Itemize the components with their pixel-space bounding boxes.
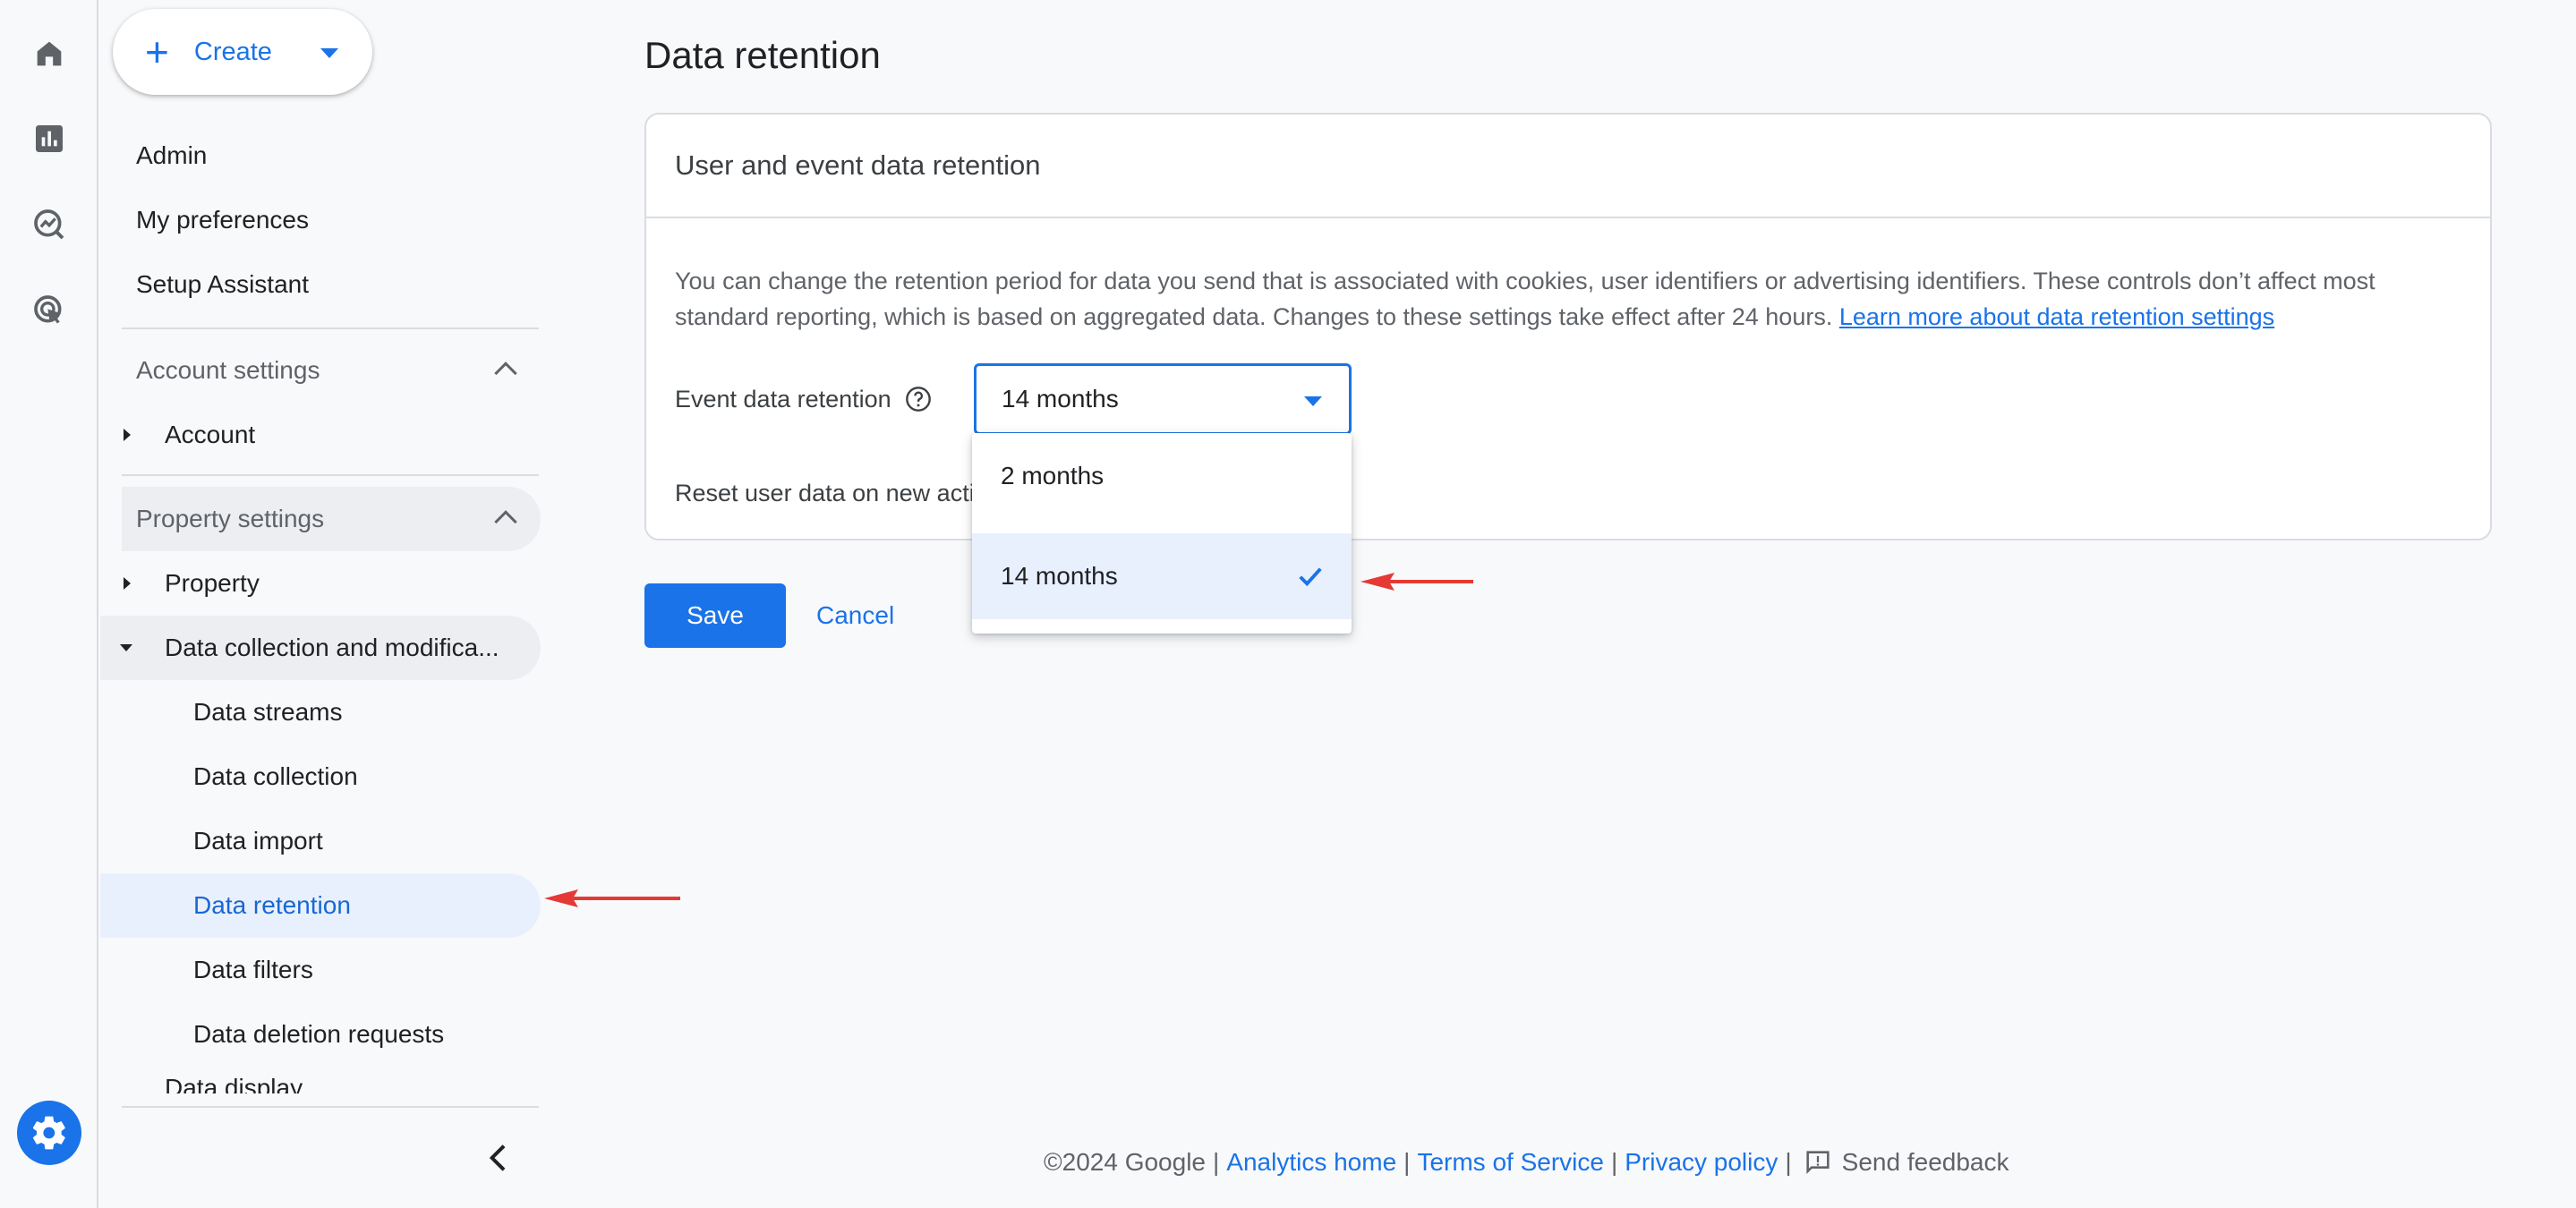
help-icon[interactable] [904,385,933,413]
send-feedback-link[interactable]: Send feedback [1842,1148,2009,1177]
account-settings-header[interactable]: Account settings [122,338,541,403]
event-retention-field: Event data retention [675,385,933,413]
page-title: Data retention [644,34,881,76]
sidebar-item-label: Data retention [193,891,351,919]
retention-card: User and event data retention You can ch… [644,113,2492,540]
footer-separator: | [1403,1148,1411,1176]
create-button[interactable]: + Create [113,9,372,95]
learn-more-link[interactable]: Learn more about data retention settings [1839,303,2274,330]
sidebar-item-label: Data collection and modifica... [165,634,499,661]
save-button[interactable]: Save [644,583,786,648]
footer: ©2024 Google | Analytics home | Terms of… [1044,1147,2009,1178]
sidebar-item-label: Data import [193,827,323,855]
admin-gear-icon[interactable] [17,1101,81,1165]
expand-arrow-icon [124,429,131,441]
sidebar-divider [122,1106,539,1108]
advertising-icon[interactable] [28,289,71,332]
analytics-home-link[interactable]: Analytics home [1226,1148,1396,1177]
annotation-arrow-icon [1361,573,1473,591]
annotation-arrow-icon [544,889,680,907]
explore-icon[interactable] [28,203,71,246]
option-label: 2 months [1001,462,1105,489]
sidebar-item-data-retention[interactable]: Data retention [100,873,541,938]
admin-sidebar: + Create Admin My preferences Setup Assi… [100,0,548,1208]
feedback-icon[interactable] [1803,1147,1833,1178]
plus-icon: + [145,29,169,75]
home-icon[interactable] [28,32,71,75]
icon-rail [0,0,98,1208]
sidebar-item-property[interactable]: Property [100,551,541,616]
copyright-text: ©2024 Google [1044,1148,1206,1176]
option-2-months[interactable]: 2 months [972,433,1352,519]
sidebar-item-label: Data deletion requests [193,1020,445,1048]
chevron-down-icon [320,48,338,58]
account-settings-label: Account settings [136,356,320,384]
chevron-up-icon [494,362,517,385]
sidebar-item-label: Account [165,421,256,448]
option-label: 14 months [1001,562,1118,590]
sidebar-item-label: Data display [165,1074,303,1093]
sidebar-item-label: Data filters [193,956,313,983]
option-14-months[interactable]: 14 months [972,533,1352,619]
chevron-down-icon [1304,396,1322,406]
selected-value: 14 months [1002,385,1119,413]
sidebar-item-data-collection-and-modification[interactable]: Data collection and modifica... [100,616,541,680]
reset-user-data-label: Reset user data on new activity [675,480,974,506]
footer-separator: | [1785,1148,1792,1176]
collapse-sidebar-icon[interactable] [482,1140,517,1176]
sidebar-item-data-deletion-requests[interactable]: Data deletion requests [100,1002,541,1067]
expand-arrow-icon [124,577,131,590]
chevron-up-icon [494,510,517,533]
retention-description: You can change the retention period for … [675,263,2465,335]
sidebar-item-label: Property [165,569,260,597]
sidebar-divider [122,474,539,476]
cancel-button[interactable]: Cancel [816,583,894,648]
property-settings-label: Property settings [136,505,325,532]
privacy-policy-link[interactable]: Privacy policy [1625,1148,1778,1177]
event-retention-select[interactable]: 14 months [974,363,1352,435]
sidebar-item-data-filters[interactable]: Data filters [100,938,541,1002]
sidebar-divider [122,328,539,329]
terms-of-service-link[interactable]: Terms of Service [1417,1148,1604,1177]
retention-dropdown-menu: 2 months 14 months [972,433,1352,634]
footer-separator: | [1610,1148,1618,1176]
sidebar-item-my-preferences[interactable]: My preferences [136,206,309,234]
sidebar-item-admin[interactable]: Admin [136,141,207,170]
sidebar-item-label: Data streams [193,698,343,726]
sidebar-item-account[interactable]: Account [100,403,541,467]
collapse-arrow-icon [120,644,132,651]
sidebar-item-data-streams[interactable]: Data streams [100,680,541,744]
create-label: Create [193,37,272,66]
sidebar-item-data-collection[interactable]: Data collection [100,744,541,809]
footer-separator: | [1213,1148,1220,1176]
property-settings-header[interactable]: Property settings [122,487,541,551]
sidebar-item-label: Data collection [193,762,358,790]
card-header: User and event data retention [646,115,2490,218]
sidebar-item-setup-assistant[interactable]: Setup Assistant [136,270,309,299]
sidebar-item-data-import[interactable]: Data import [100,809,541,873]
event-retention-label: Event data retention [675,385,891,413]
reports-icon[interactable] [28,117,71,160]
check-icon [1299,567,1322,587]
sidebar-item-cut-off: Data display [100,1074,541,1093]
